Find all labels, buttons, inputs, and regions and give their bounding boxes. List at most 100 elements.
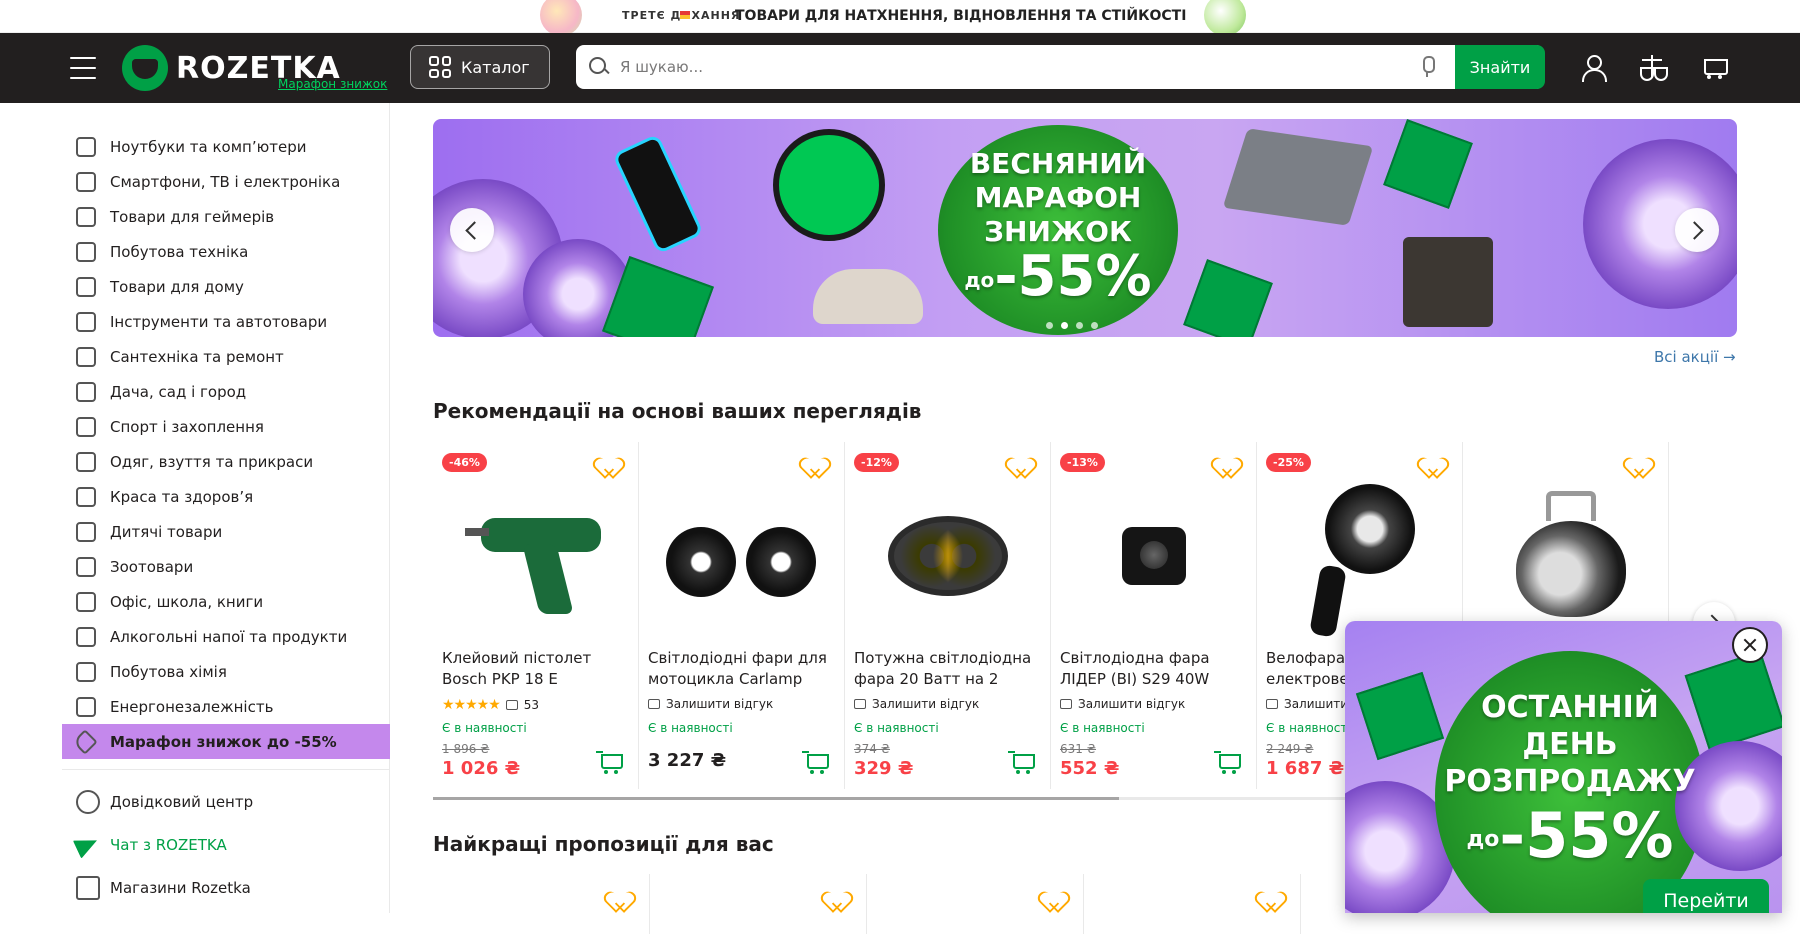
add-to-cart-icon[interactable] (1008, 750, 1036, 776)
sidebar-link[interactable]: Довідковий центр (0, 780, 389, 823)
sidebar-item[interactable]: Ноутбуки та комп’ютери (0, 129, 389, 164)
add-to-cart-icon[interactable] (596, 750, 624, 776)
leave-review-link[interactable]: Залишити відгук (1060, 697, 1185, 711)
promo-strip[interactable]: ТРЕТЄ ДИХАННЯ ТОВАРИ ДЛЯ НАТХНЕННЯ, ВІДН… (0, 0, 1800, 36)
product-image[interactable] (447, 472, 625, 640)
availability-status: Є в наявності (648, 721, 733, 735)
bath-icon (76, 346, 96, 367)
heart-icon[interactable] (1262, 892, 1284, 912)
product-card[interactable] (1084, 874, 1301, 934)
logo-promo-link[interactable]: Марафон знижок (278, 77, 387, 91)
product-title[interactable]: Клейовий пістолет Bosch PKP 18 E (060326… (442, 648, 630, 690)
laptop-icon (76, 136, 96, 157)
all-promos-link[interactable]: Всі акції → (1654, 348, 1736, 366)
catalog-label: Каталог (461, 57, 530, 77)
add-to-cart-icon[interactable] (802, 750, 830, 776)
drill-icon (76, 311, 96, 332)
banner-prev-button[interactable] (450, 208, 494, 252)
product-card[interactable] (650, 874, 867, 934)
sidebar-item-label: Інструменти та автотовари (110, 312, 328, 331)
sidebar-item[interactable]: Сантехніка та ремонт (0, 339, 389, 374)
product-title[interactable]: Потужна світлодіодна фара 20 Ватт на 2 д… (854, 648, 1042, 690)
sidebar-item[interactable]: Одяг, взуття та прикраси (0, 444, 389, 479)
sidebar-item[interactable]: Дитячі товари (0, 514, 389, 549)
sidebar-item[interactable]: Інструменти та автотовари (0, 304, 389, 339)
header: ROZETKA Марафон знижок Каталог Знайти (0, 33, 1800, 103)
product-image[interactable] (653, 472, 831, 640)
promo-banner[interactable]: ВЕСНЯНИЙ МАРАФОН ЗНИЖОК до-55% (433, 119, 1737, 337)
product-card[interactable]: -46% Клейовий пістолет Bosch PKP 18 E (06… (433, 442, 639, 789)
sidebar-item[interactable]: Спорт і захоплення (0, 409, 389, 444)
menu-icon[interactable] (70, 57, 96, 79)
popup-go-button[interactable]: Перейти (1643, 879, 1769, 913)
sidebar-item-label: Марафон знижок до -55% (110, 732, 337, 751)
sidebar-divider (62, 769, 390, 770)
sidebar-item[interactable]: Офіс, школа, книги (0, 584, 389, 619)
rozetka-box-decoration (1183, 259, 1273, 337)
laptop-decoration (1222, 128, 1374, 226)
leave-review-label: Залишити відгук (1078, 697, 1186, 711)
product-image[interactable] (859, 472, 1037, 640)
close-icon[interactable] (1732, 627, 1768, 663)
sidebar-item[interactable]: Зоотовари (0, 549, 389, 584)
product-rating[interactable]: ★★★★★ 53 (442, 697, 539, 713)
sidebar-item[interactable]: Марафон знижок до -55% (62, 724, 390, 759)
sidebar-item[interactable]: Побутова техніка (0, 234, 389, 269)
product-image[interactable] (1271, 472, 1449, 640)
sidebar-link[interactable]: Чат з ROZETKA (0, 823, 389, 866)
leave-review-link[interactable]: Залишити відгук (854, 697, 979, 711)
sidebar-item-label: Дитячі товари (110, 522, 223, 541)
sidebar-item-label: Сантехніка та ремонт (110, 347, 284, 366)
compare-icon[interactable] (1638, 53, 1668, 83)
product-title[interactable]: Світлодіодні фари для мотоцикла Carlamp … (648, 648, 836, 690)
sidebar-link[interactable]: Магазини Rozetka (0, 866, 389, 909)
leave-review-label: Залишити відгук (666, 697, 774, 711)
search-input[interactable] (620, 58, 1419, 76)
sidebar-item[interactable]: Товари для дому (0, 269, 389, 304)
sidebar-item[interactable]: Краса та здоров’я (0, 479, 389, 514)
availability-status: Є в наявності (854, 721, 939, 735)
banner-dot[interactable] (1046, 322, 1053, 329)
banner-dot[interactable] (1076, 322, 1083, 329)
comment-icon (505, 700, 518, 710)
banner-dot[interactable] (1091, 322, 1098, 329)
product-card[interactable]: -13% Світлодіодна фара ЛІДЕР (BI) S29 40W… (1051, 442, 1257, 789)
search-button[interactable]: Знайти (1455, 45, 1545, 89)
heart-icon[interactable] (1045, 892, 1067, 912)
catalog-button[interactable]: Каталог (410, 45, 550, 89)
best-offers-list (433, 874, 1301, 934)
microphone-icon[interactable] (1419, 56, 1435, 78)
heart-icon[interactable] (611, 892, 633, 912)
product-image[interactable] (1065, 472, 1243, 640)
product-card[interactable]: -12% Потужна світлодіодна фара 20 Ватт на… (845, 442, 1051, 789)
product-title[interactable]: Світлодіодна фара ЛІДЕР (BI) S29 40W дво… (1060, 648, 1248, 690)
sidebar-item[interactable]: Товари для геймерів (0, 199, 389, 234)
sidebar-item[interactable]: Алкогольні напої та продукти (0, 619, 389, 654)
user-icon[interactable] (1578, 53, 1608, 83)
product-card[interactable] (867, 874, 1084, 934)
product-image[interactable] (1477, 472, 1655, 640)
washer-icon (76, 241, 96, 262)
sidebar-item-label: Краса та здоров’я (110, 487, 254, 506)
sidebar-item[interactable]: Смартфони, ТВ і електроніка (0, 164, 389, 199)
banner-dot[interactable] (1061, 322, 1068, 329)
sidebar-item[interactable]: Побутова хімія (0, 654, 389, 689)
armchair-icon (76, 276, 96, 297)
comment-icon (1060, 699, 1072, 709)
product-card[interactable] (433, 874, 650, 934)
discount-badge: -12% (854, 453, 899, 472)
sidebar-item[interactable]: Енергонезалежність (0, 689, 389, 724)
product-card[interactable]: Світлодіодні фари для мотоцикла Carlamp … (639, 442, 845, 789)
banner-next-button[interactable] (1675, 208, 1719, 252)
add-to-cart-icon[interactable] (1214, 750, 1242, 776)
help-icon (76, 789, 100, 814)
leave-review-link[interactable]: Залишити відгук (648, 697, 773, 711)
promo-headline: ТОВАРИ ДЛЯ НАТХНЕННЯ, ВІДНОВЛЕННЯ ТА СТІ… (735, 8, 1187, 24)
search-bar: Знайти (576, 45, 1545, 89)
cart-icon[interactable] (1700, 53, 1730, 83)
heart-icon[interactable] (828, 892, 850, 912)
availability-status: Є в наявності (1060, 721, 1145, 735)
sidebar-item[interactable]: Дача, сад і город (0, 374, 389, 409)
promo-popup[interactable]: ОСТАННІЙ ДЕНЬ РОЗПРОДАЖУ до-55% Перейти (1345, 621, 1782, 913)
rozetka-face-decoration (773, 129, 885, 241)
